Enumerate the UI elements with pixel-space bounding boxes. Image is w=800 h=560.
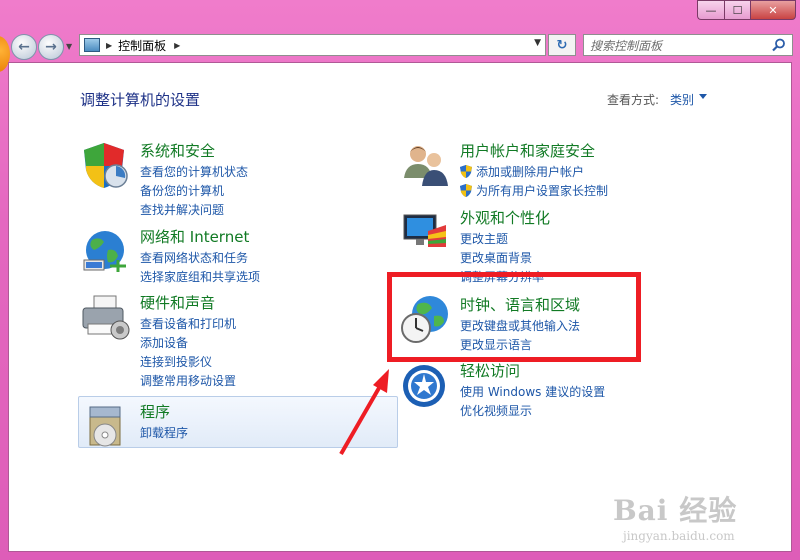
minimize-button[interactable]: — [697, 0, 724, 20]
breadcrumb-chevron-icon[interactable]: ▶ [174, 41, 180, 50]
close-button[interactable]: ✕ [750, 0, 796, 20]
category-title-network[interactable]: 网络和 Internet [140, 226, 249, 247]
link-devices-printers[interactable]: 查看设备和打印机 [140, 314, 236, 333]
link-view-computer-status[interactable]: 查看您的计算机状态 [140, 162, 248, 181]
arrow-right-icon: → [45, 39, 57, 55]
link-parental-controls[interactable]: 为所有用户设置家长控制 [460, 181, 608, 200]
refresh-icon: ↻ [556, 37, 568, 53]
uac-shield-icon [460, 165, 472, 178]
title-bar: — ☐ ✕ [0, 0, 800, 26]
control-panel-content: 调整计算机的设置 查看方式: 类别 系统和安全 查看您的计算机状态 备份您的计算… [8, 62, 792, 552]
address-dropdown-icon[interactable]: ▼ [534, 38, 541, 48]
address-bar[interactable]: ▶ 控制面板 ▶ ▼ [79, 34, 546, 56]
category-title-ease[interactable]: 轻松访问 [460, 360, 520, 381]
category-title-hardware[interactable]: 硬件和声音 [140, 292, 215, 313]
link-add-remove-accounts[interactable]: 添加或删除用户帐户 [460, 162, 608, 181]
breadcrumb-control-panel[interactable]: 控制面板 [118, 37, 166, 54]
programs-disc-icon [89, 406, 121, 447]
page-title: 调整计算机的设置 [80, 91, 201, 109]
users-icon [404, 146, 448, 186]
search-box[interactable] [583, 34, 793, 56]
baidu-watermark: Bai 经验 jingyan.baidu.com [613, 494, 738, 543]
link-label[interactable]: 为所有用户设置家长控制 [476, 182, 608, 199]
category-title-programs[interactable]: 程序 [140, 401, 170, 422]
back-button[interactable]: ← [11, 34, 37, 60]
link-change-theme[interactable]: 更改主题 [460, 229, 544, 248]
link-backup-computer[interactable]: 备份您的计算机 [140, 181, 248, 200]
link-change-background[interactable]: 更改桌面背景 [460, 248, 544, 267]
link-uninstall-program[interactable]: 卸载程序 [140, 423, 188, 442]
category-title-appearance[interactable]: 外观和个性化 [460, 207, 550, 228]
appearance-monitor-icon [403, 214, 446, 247]
navigation-bar: ← → ▼ ▶ 控制面板 ▶ ▼ ↻ [0, 30, 800, 62]
link-network-status[interactable]: 查看网络状态和任务 [140, 248, 260, 267]
view-by-dropdown[interactable]: 类别 [670, 91, 694, 108]
link-troubleshoot[interactable]: 查找并解决问题 [140, 200, 248, 219]
highlight-box [387, 272, 641, 362]
maximize-button[interactable]: ☐ [724, 0, 750, 20]
ease-of-access-icon [403, 365, 445, 407]
link-connect-projector[interactable]: 连接到投影仪 [140, 352, 236, 371]
window-controls: — ☐ ✕ [697, 0, 796, 20]
search-input[interactable] [588, 36, 772, 56]
uac-shield-icon [460, 184, 472, 197]
category-title-users[interactable]: 用户帐户和家庭安全 [460, 140, 595, 161]
control-panel-icon [84, 38, 100, 52]
link-mobility-settings[interactable]: 调整常用移动设置 [140, 371, 236, 390]
chevron-down-icon[interactable] [699, 94, 707, 99]
system-security-shield-icon [84, 143, 128, 188]
link-label[interactable]: 添加或删除用户帐户 [476, 163, 584, 180]
category-title-system-security[interactable]: 系统和安全 [140, 140, 215, 161]
link-optimize-display[interactable]: 优化视频显示 [460, 401, 605, 420]
link-homegroup-sharing[interactable]: 选择家庭组和共享选项 [140, 267, 260, 286]
refresh-button[interactable]: ↻ [548, 34, 576, 56]
printer-icon [82, 295, 130, 340]
view-by-label: 查看方式: [607, 93, 660, 107]
link-recommended-settings[interactable]: 使用 Windows 建议的设置 [460, 382, 605, 401]
recent-pages-dropdown[interactable]: ▼ [66, 42, 72, 51]
forward-button[interactable]: → [38, 34, 64, 60]
window-frame: — ☐ ✕ ← → ▼ ▶ 控制面板 ▶ ▼ ↻ 调整计算机的设置 查看方式: … [0, 0, 800, 560]
breadcrumb-chevron-icon[interactable]: ▶ [106, 41, 112, 50]
network-globe-icon [83, 231, 126, 272]
arrow-left-icon: ← [18, 39, 30, 55]
link-add-device[interactable]: 添加设备 [140, 333, 236, 352]
search-icon[interactable] [772, 38, 786, 52]
